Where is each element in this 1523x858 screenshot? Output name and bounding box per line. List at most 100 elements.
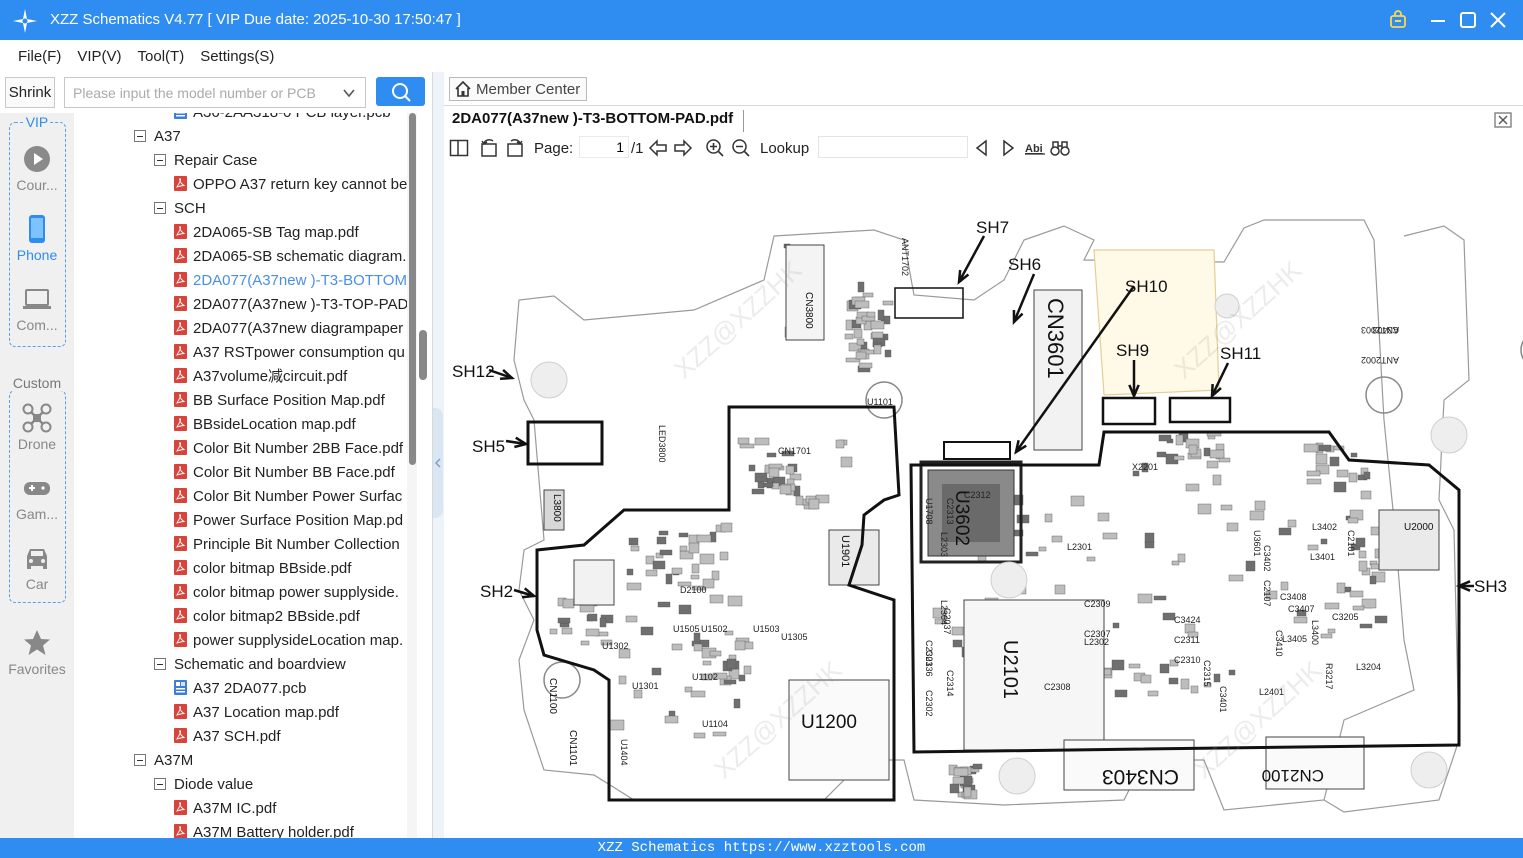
tree-item-label: A37M IC.pdf	[193, 800, 277, 817]
component-label: U2000	[1404, 522, 1434, 533]
collapse-toggle-icon[interactable]	[134, 754, 146, 766]
tree-file[interactable]: BBsideLocation map.pdf	[174, 413, 356, 437]
tree-file[interactable]: A37M Battery holder.pdf	[174, 821, 354, 838]
close-button[interactable]	[1487, 9, 1509, 31]
lookup-input[interactable]	[818, 136, 968, 158]
smd-component	[1228, 669, 1236, 676]
sidebar-toggle-icon[interactable]	[449, 138, 469, 158]
tree-file[interactable]: power supplysideLocation map.	[174, 629, 403, 653]
member-center-tab[interactable]: Member Center	[449, 77, 587, 101]
panel-splitter[interactable]	[432, 72, 444, 838]
zoom-out-icon[interactable]	[731, 138, 751, 158]
find-previous-icon[interactable]	[972, 138, 992, 158]
tree-file[interactable]: BB Surface Position Map.pdf	[174, 389, 385, 413]
tree-file[interactable]: A37M IC.pdf	[174, 797, 276, 821]
smd-component	[972, 763, 983, 770]
binoculars-icon[interactable]	[1050, 138, 1070, 158]
maximize-button[interactable]	[1457, 9, 1479, 31]
tree-item-label: Color Bit Number BB Face.pdf	[193, 464, 395, 481]
smd-component	[1173, 455, 1185, 461]
page-number-input[interactable]	[579, 136, 629, 158]
match-text-icon[interactable]: Abi	[1024, 138, 1046, 158]
pdf-toolbar: Page: /1 Lookup Abi	[444, 134, 1523, 162]
tree-file[interactable]: A37 SCH.pdf	[174, 725, 281, 749]
tree-file[interactable]: 2DA077(A37new )-T3-BOTTOM	[174, 269, 407, 293]
pdf-file-icon	[174, 248, 187, 263]
previous-page-icon[interactable]	[648, 138, 668, 158]
smd-component	[1336, 582, 1346, 594]
find-next-icon[interactable]	[998, 138, 1018, 158]
tree-file[interactable]: 2DA077(A37new diagrampaper	[174, 317, 403, 341]
collapse-toggle-icon[interactable]	[154, 154, 166, 166]
tree-file[interactable]: Power Surface Position Map.pd	[174, 509, 403, 533]
pdf-file-icon	[174, 224, 187, 239]
menu-file[interactable]: File(F)	[18, 48, 61, 65]
rail-item-computer[interactable]: Com...	[0, 284, 74, 333]
collapse-toggle-icon[interactable]	[154, 658, 166, 670]
shrink-button[interactable]: Shrink	[5, 77, 55, 108]
rail-item-label: Car	[25, 576, 49, 592]
close-document-icon[interactable]	[1494, 112, 1512, 128]
smd-component	[866, 311, 876, 318]
minimize-button[interactable]	[1427, 9, 1449, 31]
file-tree[interactable]: A36-2AA318-0 PCB layer.pcb A37 Repair Case…	[74, 113, 418, 838]
tree-file[interactable]: 2DA065-SB schematic diagram.	[174, 245, 406, 269]
tree-file[interactable]: A37 Location map.pdf	[174, 701, 339, 725]
pcb-bottom-pad-drawing[interactable]: SH7SH6SH10SH9 SH11SH12SH5SH2 SH3CN3601U360…	[444, 200, 1523, 819]
smd-component	[580, 640, 590, 646]
tree-folder[interactable]: Schematic and boardview	[154, 653, 346, 677]
tree-file[interactable]: 2DA077(A37new )-T3-TOP-PAD	[174, 293, 408, 317]
tree-file[interactable]: Color Bit Number BB Face.pdf	[174, 461, 395, 485]
document-tab[interactable]: 2DA077(A37new )-T3-BOTTOM-PAD.pdf	[452, 110, 745, 132]
tree-file[interactable]: A37 2DA077.pcb	[174, 677, 306, 701]
tree-file[interactable]: color bitmap power supplyside.	[174, 581, 399, 605]
tree-file[interactable]: Principle Bit Number Collection	[174, 533, 400, 557]
tree-folder[interactable]: A37M	[134, 749, 193, 773]
rail-item-course[interactable]: Cour...	[0, 144, 74, 193]
menu-settings[interactable]: Settings(S)	[200, 48, 274, 65]
rail-item-phone[interactable]: Phone	[0, 214, 74, 263]
tree-folder[interactable]: Repair Case	[154, 149, 257, 173]
tree-file[interactable]: A37 RSTpower consumption qu	[174, 341, 405, 365]
tree-scrollbar[interactable]	[407, 113, 427, 838]
rail-item-favorites[interactable]: Favorites	[0, 628, 74, 677]
smd-component	[664, 715, 679, 724]
tree-scroll-thumb[interactable]	[409, 113, 416, 465]
tree-file[interactable]: color bitmap BBside.pdf	[174, 557, 351, 581]
rotate-right-icon[interactable]	[505, 138, 525, 158]
search-button[interactable]	[376, 77, 425, 106]
vip-bag-button[interactable]	[1387, 9, 1409, 31]
pdf-file-icon	[174, 368, 187, 383]
menu-vip[interactable]: VIP(V)	[77, 48, 121, 65]
splitter-grip[interactable]	[433, 408, 443, 518]
tree-file[interactable]: 2DA065-SB Tag map.pdf	[174, 221, 359, 245]
tree-file[interactable]: OPPO A37 return key cannot be	[174, 173, 407, 197]
tree-file[interactable]: Color Bit Number 2BB Face.pdf	[174, 437, 403, 461]
zoom-in-icon[interactable]	[705, 138, 725, 158]
chip-u1901	[828, 529, 880, 586]
tree-file[interactable]: A36-2AA318-0 PCB layer.pcb	[174, 113, 391, 125]
rail-item-car[interactable]: Car	[0, 543, 74, 592]
collapse-toggle-icon[interactable]	[154, 778, 166, 790]
chevron-down-icon[interactable]	[342, 86, 356, 100]
collapse-toggle-icon[interactable]	[154, 202, 166, 214]
collapse-toggle-icon[interactable]	[134, 130, 146, 142]
rail-item-game[interactable]: Gam...	[0, 473, 74, 522]
tree-file[interactable]: Color Bit Number Power Surfac	[174, 485, 402, 509]
tree-folder[interactable]: SCH	[154, 197, 206, 221]
chevron-left-icon[interactable]	[434, 458, 442, 468]
tree-file[interactable]: color bitmap2 BBside.pdf	[174, 605, 360, 629]
tree-folder[interactable]: Diode value	[154, 773, 253, 797]
model-search-box[interactable]	[64, 77, 366, 108]
tree-scroll-thumb-secondary[interactable]	[419, 330, 427, 380]
smd-component	[1333, 481, 1347, 493]
next-page-icon[interactable]	[673, 138, 693, 158]
pdf-viewer-canvas[interactable]: SH7 SH6 SH10 SH9 SH11 SH12 SH5 SH2 SH3 CN3601 U360…	[444, 200, 1523, 819]
rail-item-drone[interactable]: Drone	[0, 403, 74, 452]
menu-tool[interactable]: Tool(T)	[138, 48, 185, 65]
tree-file[interactable]: A37volume减circuit.pdf	[174, 365, 347, 389]
tree-folder[interactable]: A37	[134, 125, 181, 149]
title-bar[interactable]: XZZ Schematics V4.77 [ VIP Due date: 202…	[0, 0, 1523, 40]
model-search-input[interactable]	[73, 83, 335, 103]
rotate-left-icon[interactable]	[479, 138, 499, 158]
